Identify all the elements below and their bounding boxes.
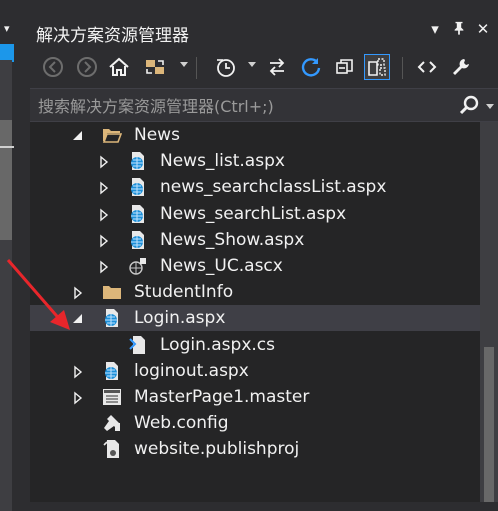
tree-item[interactable]: Web.config bbox=[30, 410, 480, 436]
wrench-icon bbox=[453, 59, 469, 75]
sync-dropdown-icon[interactable] bbox=[180, 62, 188, 67]
refresh-icon bbox=[301, 58, 321, 77]
collapsed-triangle-icon[interactable] bbox=[98, 259, 110, 274]
left-pane-divider bbox=[0, 146, 14, 148]
show-all-files-icon bbox=[368, 58, 386, 76]
tree-item[interactable]: website.publishproj bbox=[30, 436, 480, 462]
tree-item-label: News_searchList.aspx bbox=[160, 203, 347, 224]
toolbar-separator bbox=[402, 57, 403, 79]
code-icon bbox=[417, 61, 437, 73]
window-position-dropdown-icon[interactable]: ▾ bbox=[426, 20, 444, 38]
folder-open-icon bbox=[102, 125, 123, 145]
search-icon[interactable] bbox=[458, 95, 480, 117]
collapsed-triangle-icon[interactable] bbox=[72, 364, 84, 379]
tree-item-label: MasterPage1.master bbox=[134, 387, 310, 407]
solution-explorer-toolbar bbox=[30, 48, 498, 88]
sync-doc-icon bbox=[146, 60, 164, 74]
toolbar-separator bbox=[196, 57, 197, 79]
collapsed-triangle-icon[interactable] bbox=[98, 154, 110, 169]
left-docked-pane: ▾ bbox=[0, 0, 22, 511]
home-button[interactable] bbox=[106, 54, 132, 80]
expanded-triangle-icon[interactable] bbox=[72, 128, 84, 142]
tree-item-label: News_UC.ascx bbox=[160, 256, 283, 276]
config-file-icon bbox=[102, 413, 122, 433]
pin-icon[interactable] bbox=[450, 20, 468, 40]
back-button[interactable] bbox=[40, 54, 66, 80]
sync-button[interactable] bbox=[264, 54, 290, 80]
home-icon bbox=[109, 57, 129, 76]
close-icon[interactable]: ✕ bbox=[474, 20, 492, 38]
sync-with-document-button[interactable] bbox=[142, 54, 168, 80]
tree-item[interactable]: loginout.aspx bbox=[30, 358, 480, 384]
aspx-file-icon bbox=[128, 177, 148, 197]
collapsed-triangle-icon[interactable] bbox=[98, 207, 110, 222]
tree-item-label: news_searchclassList.aspx bbox=[160, 177, 387, 198]
swap-arrows-icon bbox=[269, 58, 285, 76]
pending-changes-filter-button[interactable] bbox=[212, 54, 238, 80]
collapsed-triangle-icon[interactable] bbox=[98, 233, 110, 248]
forward-button[interactable] bbox=[74, 54, 100, 80]
refresh-button[interactable] bbox=[298, 54, 324, 80]
aspx-file-icon bbox=[102, 361, 122, 381]
scrollbar-thumb[interactable] bbox=[484, 347, 494, 502]
properties-button[interactable] bbox=[448, 54, 474, 80]
folder-icon bbox=[102, 282, 122, 302]
tree-item[interactable]: News_Show.aspx bbox=[30, 227, 480, 253]
tree-vertical-scrollbar[interactable] bbox=[480, 122, 498, 511]
tree-item-label: Login.aspx.cs bbox=[160, 334, 275, 355]
search-input[interactable] bbox=[36, 94, 450, 118]
tree-item-label: News_Show.aspx bbox=[160, 229, 305, 250]
show-all-files-button[interactable] bbox=[364, 54, 390, 80]
aspx-file-icon bbox=[128, 204, 148, 224]
tree-item-label: News bbox=[134, 125, 180, 145]
master-page-icon bbox=[102, 387, 122, 407]
view-code-button[interactable] bbox=[414, 54, 440, 80]
pane-splitter[interactable] bbox=[22, 0, 30, 511]
csharp-file-icon bbox=[128, 335, 148, 355]
aspx-file-icon bbox=[128, 230, 148, 250]
solution-explorer-panel: 解决方案资源管理器 ▾ ✕ 搜索解决方案资源管理器(Ctrl+;) News N… bbox=[30, 14, 498, 511]
panel-bottom-edge bbox=[30, 502, 498, 511]
left-pane-scrollbar-thumb[interactable] bbox=[0, 120, 12, 240]
tree-item-label: website.publishproj bbox=[134, 439, 300, 460]
panel-title: 解决方案资源管理器 bbox=[36, 26, 189, 46]
tree-item[interactable]: News_list.aspx bbox=[30, 148, 480, 174]
collapse-icon bbox=[336, 59, 353, 74]
tree-item[interactable]: Login.aspx.cs bbox=[30, 332, 480, 358]
tree-item[interactable]: News bbox=[30, 122, 480, 148]
tree-item[interactable]: Login.aspx bbox=[30, 305, 480, 332]
ascx-user-control-icon bbox=[128, 256, 148, 276]
back-icon bbox=[43, 57, 63, 77]
chevron-down-icon[interactable]: ▾ bbox=[4, 22, 10, 35]
tree-item[interactable]: MasterPage1.master bbox=[30, 384, 480, 410]
collapsed-triangle-icon[interactable] bbox=[98, 180, 110, 195]
search-options-dropdown-icon[interactable] bbox=[486, 104, 494, 109]
solution-tree: News News_list.aspx news_searchclassList.a… bbox=[30, 122, 480, 511]
collapsed-triangle-icon[interactable] bbox=[72, 285, 84, 300]
panel-title-bar: 解决方案资源管理器 ▾ ✕ bbox=[30, 14, 498, 48]
clock-icon bbox=[217, 59, 235, 77]
tree-item[interactable]: StudentInfo bbox=[30, 279, 480, 305]
expanded-triangle-icon[interactable] bbox=[72, 311, 84, 325]
aspx-file-icon bbox=[128, 151, 148, 171]
tree-item[interactable]: News_searchList.aspx bbox=[30, 201, 480, 227]
solution-explorer-search bbox=[30, 88, 498, 122]
tree-item-label: Login.aspx bbox=[134, 308, 226, 329]
tree-item-label: loginout.aspx bbox=[134, 360, 249, 381]
tree-item-label: Web.config bbox=[134, 413, 229, 434]
tree-item-label: StudentInfo bbox=[134, 282, 234, 303]
tree-item[interactable]: News_UC.ascx bbox=[30, 253, 480, 279]
collapsed-triangle-icon[interactable] bbox=[72, 390, 84, 405]
forward-icon bbox=[77, 57, 97, 77]
filter-dropdown-icon[interactable] bbox=[248, 62, 256, 67]
aspx-file-icon bbox=[102, 308, 122, 328]
tree-item-label: News_list.aspx bbox=[160, 151, 285, 172]
collapse-all-button[interactable] bbox=[332, 54, 358, 80]
publish-project-icon bbox=[102, 439, 122, 459]
tree-item[interactable]: news_searchclassList.aspx bbox=[30, 174, 480, 200]
